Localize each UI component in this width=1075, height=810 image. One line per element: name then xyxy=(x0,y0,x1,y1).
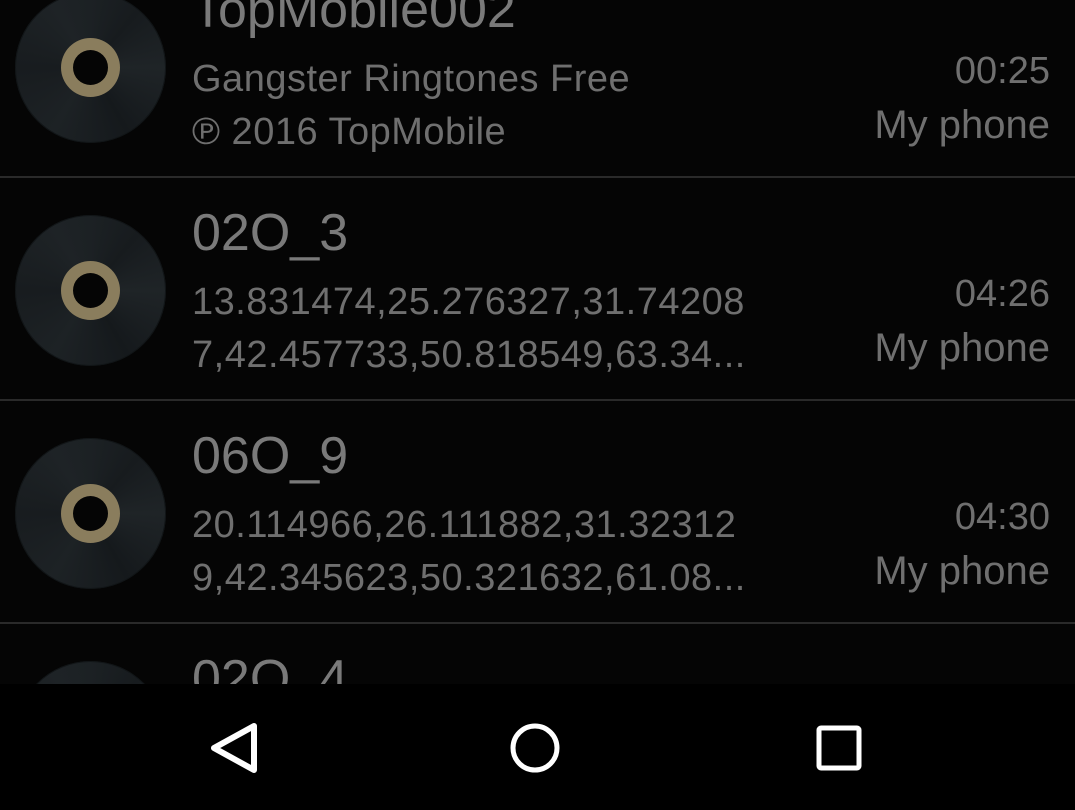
track-subtitle-line2: 9,42.345623,50.321632,61.08... xyxy=(192,557,746,599)
music-disc-icon xyxy=(15,661,166,684)
track-subtitle-line1: 13.831474,25.276327,31.74208 xyxy=(192,281,745,323)
music-disc-icon xyxy=(15,438,166,589)
track-list[interactable]: TopMobile002 Gangster Ringtones Free ℗ 2… xyxy=(0,0,1075,684)
back-triangle-icon xyxy=(211,723,257,773)
track-subtitle: 20.114966,26.111882,31.32312 9,42.345623… xyxy=(192,499,837,605)
track-subtitle-line2: ℗ 2016 TopMobile xyxy=(192,111,507,153)
recents-square-icon xyxy=(816,725,862,771)
track-duration: 00:25 xyxy=(954,50,1050,92)
track-row[interactable]: 06O_9 20.114966,26.111882,31.32312 9,42.… xyxy=(0,401,1075,624)
track-title: 02O_4 xyxy=(192,650,349,684)
track-row[interactable]: 02O_4 xyxy=(0,624,1075,684)
track-title: 02O_3 xyxy=(192,204,349,262)
track-location: My phone xyxy=(874,549,1050,593)
track-row[interactable]: 02O_3 13.831474,25.276327,31.74208 7,42.… xyxy=(0,178,1075,401)
track-location: My phone xyxy=(874,326,1050,370)
track-subtitle-line1: 20.114966,26.111882,31.32312 xyxy=(192,504,737,546)
home-circle-icon xyxy=(510,723,560,773)
recents-button[interactable] xyxy=(794,712,884,782)
track-subtitle-line1: Gangster Ringtones Free xyxy=(192,58,631,100)
track-location: My phone xyxy=(874,103,1050,147)
track-duration: 04:26 xyxy=(954,273,1050,315)
back-button[interactable] xyxy=(188,712,278,782)
track-duration: 04:30 xyxy=(954,496,1050,538)
system-navigation-bar xyxy=(0,684,1075,810)
home-button[interactable] xyxy=(490,712,580,782)
music-disc-icon xyxy=(15,0,166,143)
track-title: 06O_9 xyxy=(192,427,349,485)
track-subtitle-line2: 7,42.457733,50.818549,63.34... xyxy=(192,334,746,376)
music-app-screen: TopMobile002 Gangster Ringtones Free ℗ 2… xyxy=(0,0,1075,810)
music-disc-icon xyxy=(15,215,166,366)
track-subtitle: 13.831474,25.276327,31.74208 7,42.457733… xyxy=(192,276,837,382)
track-title: TopMobile002 xyxy=(192,0,516,39)
track-row[interactable]: TopMobile002 Gangster Ringtones Free ℗ 2… xyxy=(0,0,1075,178)
track-subtitle: Gangster Ringtones Free ℗ 2016 TopMobile xyxy=(192,53,837,159)
